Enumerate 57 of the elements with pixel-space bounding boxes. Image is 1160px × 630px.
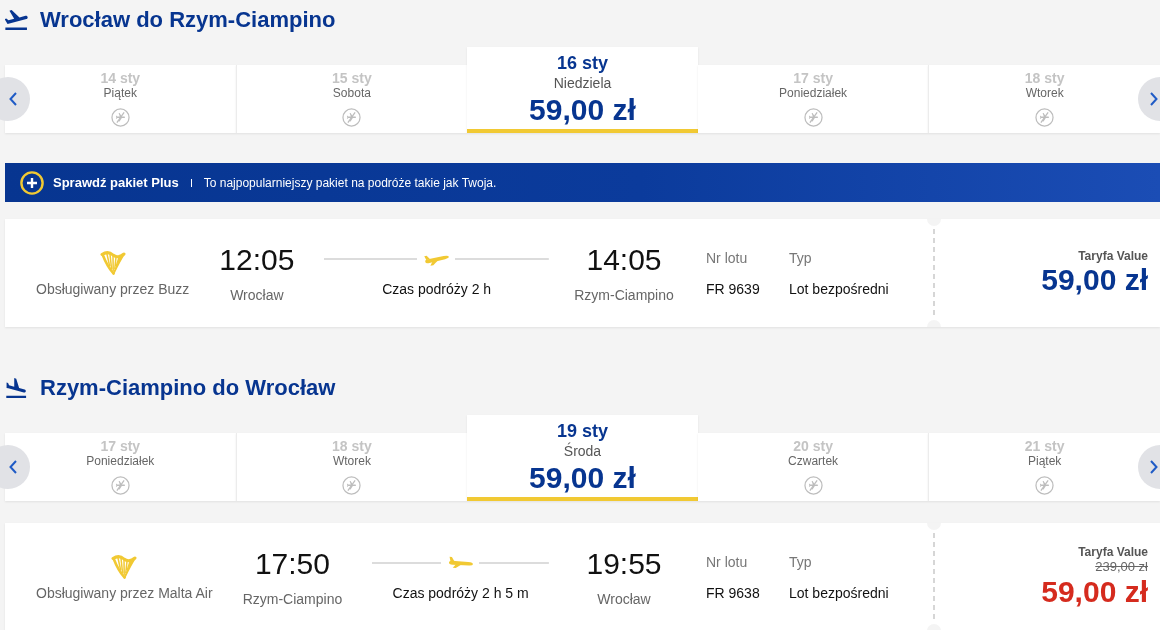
crossed-plane-icon	[1035, 476, 1055, 495]
arrival-time: 14:05	[586, 243, 662, 277]
price: 59,00 zł	[1041, 575, 1148, 609]
chevron-right-icon	[1150, 92, 1158, 106]
takeoff-icon	[5, 10, 28, 30]
operator-label: Obsługiwany przez Malta Air	[36, 584, 213, 601]
arrival-airport: Rzym-Ciampino	[574, 287, 674, 303]
date-tab[interactable]: 15 sty Sobota	[235, 65, 468, 133]
date-tab[interactable]: 16 sty Niedziela 59,00 zł	[467, 47, 698, 133]
chevron-right-icon	[1150, 460, 1158, 474]
flight-type-label: Typ	[789, 553, 812, 570]
arrival-airport: Wrocław	[597, 591, 651, 607]
date-tab[interactable]: 14 sty Piątek	[5, 65, 236, 133]
flight-type: Lot bezpośredni	[789, 280, 889, 297]
old-price: 239,00 zł	[1095, 559, 1148, 575]
route-title: Rzym-Ciampino do Wrocław	[40, 375, 336, 401]
duration-label: Czas podróży 2 h	[382, 281, 492, 297]
harp-icon	[99, 249, 126, 275]
flight-number: FR 9638	[706, 584, 760, 601]
fare-label: Taryfa Value	[1078, 545, 1148, 559]
crossed-plane-icon	[803, 476, 823, 495]
crossed-plane-icon	[110, 108, 130, 127]
date-tab[interactable]: 17 sty Poniedziałek	[5, 433, 236, 501]
flight-type-label: Typ	[789, 249, 812, 266]
plane-icon	[447, 556, 474, 570]
flight-number-label: Nr lotu	[706, 249, 748, 266]
route-title: Wrocław do Rzym-Ciampino	[40, 7, 336, 33]
crossed-plane-icon	[110, 476, 130, 495]
date-tab[interactable]: 17 sty Poniedziałek	[697, 65, 929, 133]
flight-number: FR 9639	[706, 280, 760, 297]
crossed-plane-icon	[342, 108, 362, 127]
date-tab[interactable]: 20 sty Czwartek	[697, 433, 929, 501]
departure-time: 12:05	[219, 243, 295, 277]
duration-label: Czas podróży 2 h 5 m	[392, 585, 529, 601]
landing-icon	[5, 378, 28, 398]
fare-label: Taryfa Value	[1078, 249, 1148, 263]
price: 59,00 zł	[1041, 263, 1148, 297]
promo-title: Sprawdź pakiet Plus	[53, 175, 179, 190]
crossed-plane-icon	[342, 476, 362, 495]
date-tab[interactable]: 18 sty Wtorek	[928, 65, 1160, 133]
crossed-plane-icon	[803, 108, 823, 127]
date-tab[interactable]: 21 sty Piątek	[928, 433, 1160, 501]
chevron-left-icon	[9, 460, 17, 474]
operator-label: Obsługiwany przez Buzz	[36, 280, 190, 297]
departure-time: 17:50	[254, 547, 330, 581]
arrival-time: 19:55	[586, 547, 662, 581]
crossed-plane-icon	[1035, 108, 1055, 127]
flight-type: Lot bezpośredni	[789, 584, 889, 601]
date-tab[interactable]: 19 sty Środa 59,00 zł	[467, 415, 698, 501]
plus-icon	[20, 170, 44, 195]
chevron-left-icon	[9, 92, 17, 106]
date-tab[interactable]: 18 sty Wtorek	[235, 433, 468, 501]
promo-text: To najpopularniejszy pakiet na podróże takie jak Twoja.	[203, 175, 497, 190]
harp-icon	[111, 553, 138, 579]
departure-airport: Rzym-Ciampino	[242, 591, 343, 607]
departure-airport: Wrocław	[230, 287, 284, 303]
flight-number-label: Nr lotu	[706, 553, 748, 570]
